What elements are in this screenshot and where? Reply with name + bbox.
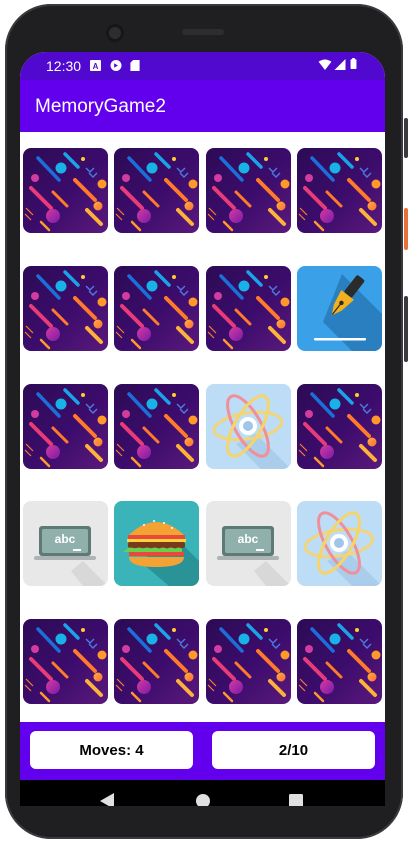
- card-back-pattern: [206, 619, 291, 704]
- card-face-down[interactable]: [114, 384, 199, 469]
- chalkboard-abc-icon: [23, 501, 108, 586]
- clock: 12:30: [46, 58, 82, 74]
- card-face-down[interactable]: [297, 384, 382, 469]
- status-bar: 12:30 A: [20, 52, 385, 80]
- side-button: [404, 296, 408, 362]
- app-bar: MemoryGame2: [20, 80, 385, 132]
- card-face-down[interactable]: [297, 619, 382, 704]
- card-face-down[interactable]: [206, 148, 291, 233]
- power-button: [404, 208, 408, 250]
- front-camera: [106, 24, 124, 42]
- card-back-pattern: [297, 619, 382, 704]
- card-face-up[interactable]: [297, 501, 382, 586]
- volume-button: [404, 118, 408, 158]
- wifi-icon: [318, 59, 332, 70]
- card-face-down[interactable]: [297, 148, 382, 233]
- card-back-pattern: [114, 148, 199, 233]
- card-face-down[interactable]: [114, 619, 199, 704]
- card-back-pattern: [206, 148, 291, 233]
- card-face-down[interactable]: [114, 148, 199, 233]
- recents-icon[interactable]: [289, 794, 303, 806]
- card-back-pattern: [297, 384, 382, 469]
- earpiece-speaker: [182, 29, 224, 35]
- card-back-pattern: [206, 266, 291, 351]
- svg-text:A: A: [93, 62, 99, 71]
- back-icon[interactable]: [100, 793, 114, 806]
- card-back-pattern: [23, 148, 108, 233]
- card-face-up[interactable]: [23, 501, 108, 586]
- app-title: MemoryGame2: [35, 96, 166, 117]
- card-back-pattern: [114, 619, 199, 704]
- card-back-pattern: [297, 148, 382, 233]
- card-face-down[interactable]: [23, 384, 108, 469]
- card-face-down[interactable]: [23, 148, 108, 233]
- phone-frame: 12:30 A MemoryGame2 Moves: 4 2/10: [0, 0, 408, 843]
- keyboard-a-icon: A: [90, 60, 101, 71]
- pairs-button[interactable]: 2/10: [212, 731, 375, 769]
- navigation-bar: [20, 780, 385, 806]
- card-back-pattern: [23, 619, 108, 704]
- atom-icon: [297, 501, 382, 586]
- card-face-up[interactable]: [206, 501, 291, 586]
- card-back-pattern: [23, 266, 108, 351]
- card-face-down[interactable]: [23, 266, 108, 351]
- bottom-bar: Moves: 4 2/10: [20, 722, 385, 780]
- signal-icon: [334, 59, 346, 70]
- card-face-down[interactable]: [206, 266, 291, 351]
- fountain-pen-icon: [297, 266, 382, 351]
- card-face-up[interactable]: [114, 501, 199, 586]
- battery-icon: [350, 58, 357, 69]
- chalkboard-abc-icon: [206, 501, 291, 586]
- home-icon[interactable]: [196, 794, 210, 806]
- sd-card-icon: [130, 60, 140, 71]
- card-back-pattern: [114, 266, 199, 351]
- card-face-down[interactable]: [206, 619, 291, 704]
- card-face-up[interactable]: [206, 384, 291, 469]
- moves-button[interactable]: Moves: 4: [30, 731, 193, 769]
- card-face-down[interactable]: [23, 619, 108, 704]
- screen: 12:30 A MemoryGame2 Moves: 4 2/10: [20, 52, 385, 806]
- media-icon: [110, 60, 122, 71]
- burger-icon: [114, 501, 199, 586]
- card-back-pattern: [23, 384, 108, 469]
- card-face-down[interactable]: [114, 266, 199, 351]
- card-back-pattern: [114, 384, 199, 469]
- card-face-up[interactable]: [297, 266, 382, 351]
- atom-icon: [206, 384, 291, 469]
- card-grid: [20, 132, 385, 722]
